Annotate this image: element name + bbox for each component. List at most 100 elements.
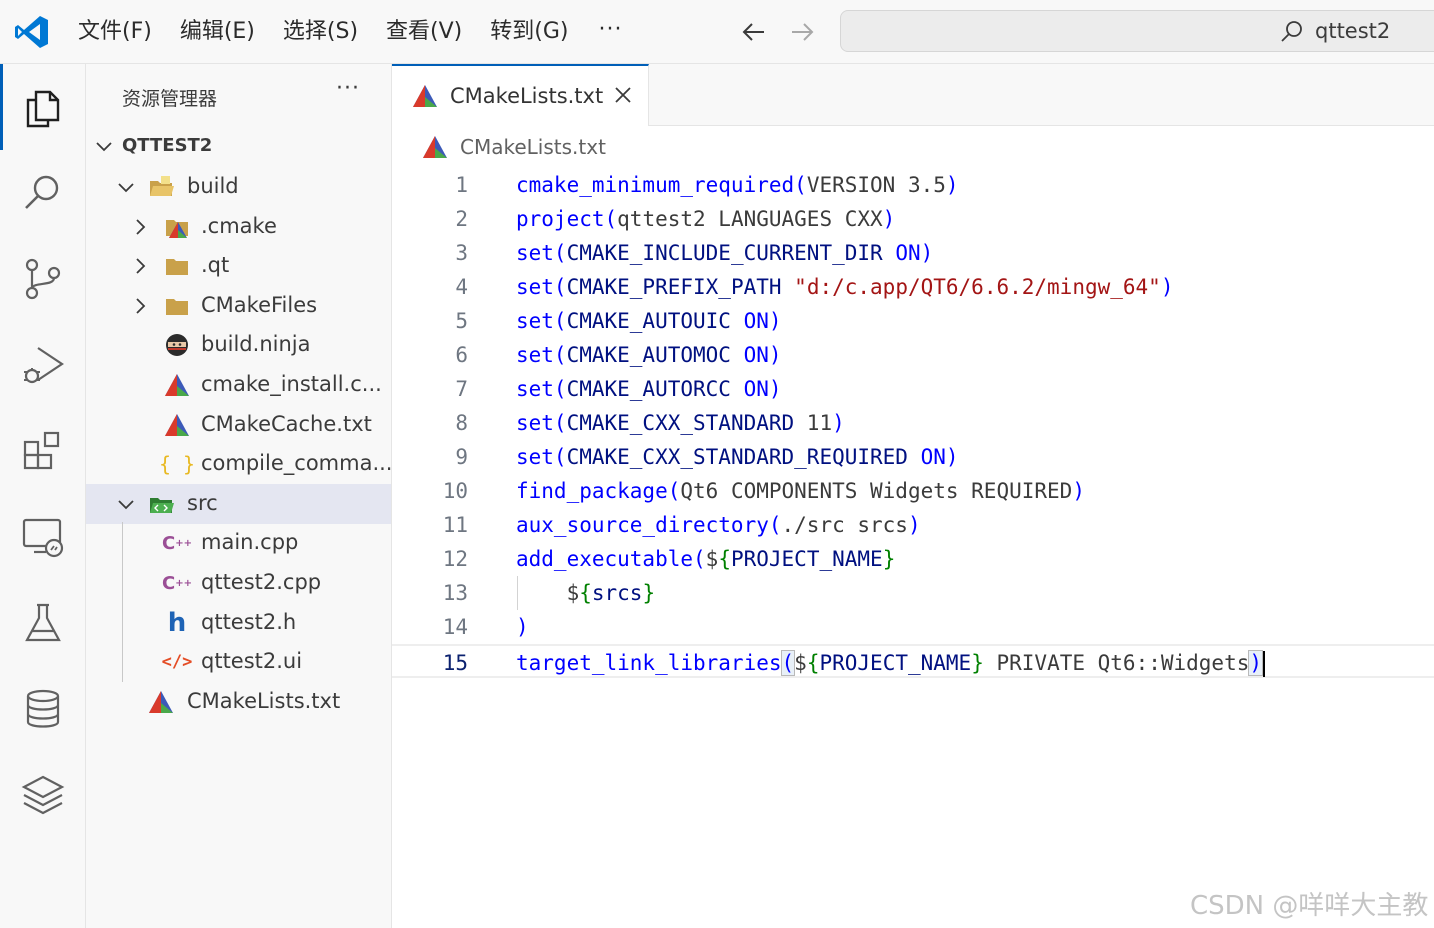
tree-root-qttest2[interactable]: QTTEST2 [86,126,391,166]
tree-item-qt-folder[interactable]: .qt [86,246,391,286]
tree-item-qttest2-h[interactable]: h qttest2.h [86,603,391,643]
tree-item-src[interactable]: src [86,484,391,524]
xml-file-icon: </> [161,652,193,672]
arrow-right-icon[interactable] [786,16,818,48]
tree-item-label: compile_comma... [201,451,391,475]
line-number: 5 [455,309,468,333]
arrow-left-icon[interactable] [738,16,770,48]
command-center-search[interactable]: qttest2 [840,10,1434,52]
tree-item-cmakefiles-folder[interactable]: CMakeFiles [86,286,391,326]
sidebar-more-button[interactable]: ··· [336,76,360,101]
tree-item-label: cmake_install.c... [201,372,382,396]
tree-item-cmakelists[interactable]: CMakeLists.txt [86,682,391,722]
tree-item-label: qttest2.ui [201,649,303,673]
line-number: 12 [442,547,468,571]
tree-item-compile-commands[interactable]: { } compile_comma... [86,444,391,484]
menu-file[interactable]: 文件(F) [64,0,166,64]
tree-item-label: main.cpp [201,530,299,554]
line-number: 13 [442,581,468,605]
text-cursor [1263,651,1266,677]
menu-edit[interactable]: 编辑(E) [166,0,269,64]
code-editor[interactable]: 1 cmake_minimum_required(VERSION 3.5) 2 pr… [392,168,1434,928]
search-icon [25,175,59,209]
json-file-icon: { } [158,452,196,476]
tree-item-cmake-folder[interactable]: .cmake [86,207,391,247]
tree-item-label: CMakeLists.txt [187,689,341,713]
extensions-icon [23,431,60,470]
tree-item-qttest2-ui[interactable]: </> qttest2.ui [86,642,391,682]
editor-tabs: CMakeLists.txt [392,64,1434,126]
code-line: 3 set(CMAKE_INCLUDE_CURRENT_DIR ON) [392,236,1434,270]
line-number: 9 [455,445,468,469]
tree-indent-guide [122,522,123,682]
tree-item-label: src [187,491,218,515]
chevron-down-icon [96,142,112,152]
menu-go[interactable]: 转到(G) [476,0,582,64]
line-number: 10 [442,479,468,503]
menu-selection[interactable]: 选择(S) [269,0,372,64]
cmake-file-icon [413,85,437,107]
code-line: 11 aux_source_directory(./src srcs) [392,508,1434,542]
tree-item-build-ninja[interactable]: build.ninja [86,325,391,365]
code-line: 4 set(CMAKE_PREFIX_PATH "d:/c.app/QT6/6.6… [392,270,1434,304]
code-text: set(CMAKE_PREFIX_PATH "d:/c.app/QT6/6.6.… [516,275,1174,299]
activity-extensions[interactable] [0,408,86,494]
activity-search[interactable] [0,150,86,236]
code-text: find_package(Qt6 COMPONENTS Widgets REQU… [516,479,1085,503]
tree-item-main-cpp[interactable]: C ++ main.cpp [86,523,391,563]
cpp-file-icon: C ++ [162,572,192,594]
code-line: 2 project(qttest2 LANGUAGES CXX) [392,202,1434,236]
line-number: 11 [442,513,468,537]
code-line: 13 ${srcs} [392,576,1434,610]
search-icon [1281,21,1302,42]
menu-view[interactable]: 查看(V) [372,0,476,64]
chevron-down-icon [118,500,134,510]
code-line: 1 cmake_minimum_required(VERSION 3.5) [392,168,1434,202]
close-icon[interactable] [612,84,634,106]
code-text: add_executable(${PROJECT_NAME} [516,547,896,571]
activity-testing[interactable] [0,580,86,666]
code-text: set(CMAKE_INCLUDE_CURRENT_DIR ON) [516,241,934,265]
layers-icon [21,775,65,815]
code-line: 6 set(CMAKE_AUTOMOC ON) [392,338,1434,372]
tree-item-qttest2-cpp[interactable]: C ++ qttest2.cpp [86,563,391,603]
code-line: 5 set(CMAKE_AUTOUIC ON) [392,304,1434,338]
tree-item-label: qttest2.h [201,610,297,634]
line-number: 2 [455,207,468,231]
code-text: project(qttest2 LANGUAGES CXX) [516,207,896,231]
sidebar-title: 资源管理器 [122,88,218,110]
activity-run-debug[interactable] [0,322,86,408]
line-number: 6 [455,343,468,367]
tree-item-label: build [187,174,239,198]
chevron-down-icon [118,183,134,193]
code-text: ${srcs} [516,581,656,605]
code-text: set(CMAKE_CXX_STANDARD 11) [516,411,845,435]
tree-item-label: CMakeFiles [201,293,318,317]
database-icon [26,689,60,728]
tab-cmakelists[interactable]: CMakeLists.txt [392,64,649,126]
line-number: 4 [455,275,468,299]
vscode-logo-icon[interactable] [14,14,50,50]
tree-item-build[interactable]: build [86,167,391,207]
activity-layers[interactable] [0,752,86,838]
ninja-file-icon [164,332,190,358]
tree-item-cmakecache[interactable]: CMakeCache.txt [86,405,391,445]
code-text: aux_source_directory(./src srcs) [516,513,921,537]
tree-item-label: qttest2.cpp [201,570,322,594]
activity-explorer[interactable] [0,64,86,150]
activity-source-control[interactable] [0,236,86,322]
cmake-file-icon [164,372,190,398]
menu-bar: 文件(F) 编辑(E) 选择(S) 查看(V) 转到(G) ··· [64,0,638,64]
chevron-right-icon [136,258,146,274]
run-debug-icon [24,347,64,384]
cmake-folder-icon [164,214,190,240]
tree-item-cmake-install[interactable]: cmake_install.c... [86,365,391,405]
cmake-file-icon [423,136,447,158]
breadcrumb-file[interactable]: CMakeLists.txt [460,135,606,159]
code-indent-guide [517,576,518,610]
activity-database[interactable] [0,666,86,752]
watermark: CSDN @咩咩大主教 [1190,891,1429,921]
code-text: set(CMAKE_CXX_STANDARD_REQUIRED ON) [516,445,959,469]
menu-more-button[interactable]: ··· [582,0,638,64]
activity-remote-explorer[interactable] [0,494,86,580]
